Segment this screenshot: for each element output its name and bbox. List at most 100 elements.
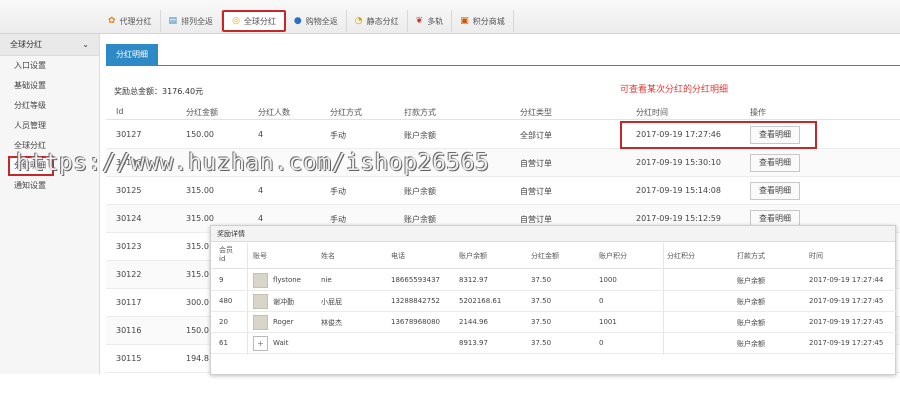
topnav-item-agent-bonus[interactable]: ✿ 代理分红	[100, 10, 161, 32]
table-row: 30125 315.00 4 手动 账户余额 自营订单 2017-09-19 1…	[106, 177, 900, 205]
pcell-member-id: 20	[219, 318, 228, 326]
popup-row: 9 flystone nie 18665593437 8312.97 37.50…	[211, 270, 897, 291]
sidebar-title: 全球分红	[10, 40, 42, 49]
pcell-payment: 账户余额	[737, 277, 765, 285]
sidebar-item-personnel[interactable]: 人员管理	[0, 116, 99, 136]
cell-payment: 账户余额	[404, 131, 436, 140]
cell-count: 4	[258, 186, 264, 195]
cell-id: 30117	[116, 298, 142, 307]
topnav-item-multi-track[interactable]: ❦ 多轨	[408, 10, 453, 32]
cell-id: 30122	[116, 270, 142, 279]
col-method: 分红方式	[330, 108, 362, 117]
default-avatar-icon: +	[253, 336, 268, 351]
topnav-label: 代理分红	[119, 16, 152, 26]
sidebar-item-basic-settings[interactable]: 基础设置	[0, 76, 99, 96]
cell-id: 30124	[116, 214, 142, 223]
pcell-points: 1001	[599, 318, 617, 326]
popup-row: 20 Roger 林俊杰 13678968080 2144.96 37.50 1…	[211, 312, 897, 333]
pcol-name: 姓名	[321, 252, 335, 260]
cart-icon: ●	[293, 16, 302, 26]
pcol-account: 账号	[253, 252, 267, 260]
cell-amount: 315.00	[186, 186, 214, 195]
cell-id: 30125	[116, 186, 142, 195]
sidebar: 全球分红 ⌄ 入口设置 基础设置 分红等级 人员管理 全球分红 分红明细 通知设…	[0, 34, 100, 374]
pcol-bonus-points: 分红积分	[667, 252, 695, 260]
cell-id: 30116	[116, 326, 142, 335]
chevron-down-icon: ⌄	[82, 40, 89, 49]
tab-bonus-detail[interactable]: 分红明细	[106, 44, 158, 66]
pcell-name: 小屁屁	[321, 298, 342, 306]
topnav-label: 购物全返	[305, 16, 338, 26]
pcell-phone: 13288842752	[391, 297, 440, 305]
table-header: Id 分红金额 分红人数 分红方式 打款方式 分红类型 分红时间 操作	[106, 104, 900, 120]
topnav-item-global-bonus[interactable]: ◎ 全球分红	[222, 10, 286, 32]
annotation-note: 可查看某次分红的分红明细	[620, 85, 729, 95]
clock-icon: ◔	[354, 16, 363, 26]
sidebar-item-bonus-level[interactable]: 分红等级	[0, 96, 99, 116]
sidebar-item-entry-settings[interactable]: 入口设置	[0, 56, 99, 76]
pcell-time: 2017-09-19 17:27:45	[809, 297, 884, 305]
top-toolbar: ✿ 代理分红 ▤ 排列全返 ◎ 全球分红 ● 购物全返 ◔ 静态分红 ❦ 多轨 ▣ 积分商城	[0, 0, 900, 34]
sidebar-item-notify-settings[interactable]: 通知设置	[0, 176, 99, 196]
pcell-balance: 2144.96	[459, 318, 488, 326]
cell-method: 手动	[330, 131, 346, 140]
pcell-account: Roger	[273, 318, 294, 326]
col-payment: 打款方式	[404, 108, 436, 117]
pcell-account: Wait	[273, 339, 289, 347]
pcell-amount: 37.50	[531, 318, 552, 326]
pcell-member-id: 9	[219, 276, 224, 284]
cell-amount: 315.00	[186, 214, 214, 223]
topnav-item-shopping-return[interactable]: ● 购物全返	[286, 10, 347, 32]
cell-count: 4	[258, 214, 264, 223]
cell-type: 自营订单	[520, 159, 552, 168]
cell-time: 2017-09-19 15:30:10	[636, 158, 721, 167]
pcol-payment: 打款方式	[737, 252, 765, 260]
watermark: https://www.huzhan.com/ishop26565	[16, 150, 490, 176]
col-count: 分红人数	[258, 108, 290, 117]
cell-type: 自营订单	[520, 215, 552, 224]
sidebar-header[interactable]: 全球分红 ⌄	[0, 34, 99, 56]
topnav-item-ranking-return[interactable]: ▤ 排列全返	[161, 10, 223, 32]
gift-icon: ✿	[108, 16, 116, 26]
view-detail-button[interactable]: 查看明细	[750, 154, 800, 172]
cell-method: 手动	[330, 215, 346, 224]
popup-table-header: 会员 id 账号 姓名 电话 账户余额 分红金额 账户积分 分红积分 打款方式 …	[211, 243, 897, 269]
cell-amount: 150.0	[186, 326, 209, 335]
pcell-time: 2017-09-19 17:27:44	[809, 276, 884, 284]
pcell-name: 林俊杰	[321, 319, 342, 327]
popup-row: 61 + Wait 8913.97 37.50 0 账户余额 2017-09-1…	[211, 333, 897, 354]
pcol-points: 账户积分	[599, 252, 627, 260]
pcol-balance: 账户余额	[459, 252, 487, 260]
col-amount: 分红金额	[186, 108, 218, 117]
cell-amount: 300.0	[186, 298, 209, 307]
pcell-time: 2017-09-19 17:27:45	[809, 339, 884, 347]
col-type: 分红类型	[520, 108, 552, 117]
cell-time: 2017-09-19 15:14:08	[636, 186, 721, 195]
topnav-item-static-bonus[interactable]: ◔ 静态分红	[347, 10, 408, 32]
avatar	[253, 273, 268, 288]
topnav-label: 积分商城	[472, 16, 505, 26]
pcell-payment: 账户余额	[737, 298, 765, 306]
topnav-label: 静态分红	[366, 16, 399, 26]
cell-type: 自营订单	[520, 187, 552, 196]
pcell-points: 0	[599, 339, 604, 347]
highlight-box	[620, 121, 817, 149]
pcol-phone: 电话	[391, 252, 405, 260]
pcell-balance: 8312.97	[459, 276, 488, 284]
view-detail-button[interactable]: 查看明细	[750, 182, 800, 200]
cell-time: 2017-09-19 15:12:59	[636, 214, 721, 223]
track-icon: ❦	[415, 16, 424, 26]
cell-type: 全部订单	[520, 131, 552, 140]
pcell-amount: 37.50	[531, 276, 552, 284]
shop-icon: ▣	[460, 16, 469, 26]
cell-id: 30115	[116, 354, 142, 363]
pcol-member-id: 会员 id	[219, 246, 233, 263]
topnav-label: 全球分红	[243, 16, 276, 26]
pcell-points: 1000	[599, 276, 617, 284]
topnav-item-points-mall[interactable]: ▣ 积分商城	[452, 10, 514, 32]
pcell-account: 谢冲勤	[273, 298, 294, 306]
pcell-payment: 账户余额	[737, 340, 765, 348]
avatar	[253, 294, 268, 309]
cell-amount: 315.0	[186, 242, 209, 251]
avatar	[253, 315, 268, 330]
